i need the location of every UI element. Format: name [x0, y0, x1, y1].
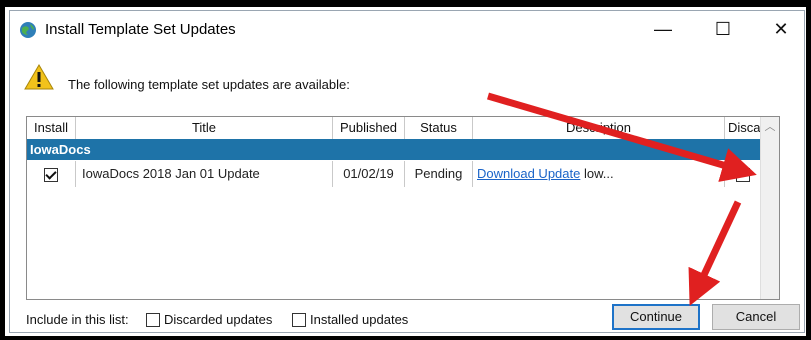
app-globe-icon	[20, 22, 36, 38]
dialog-window: Install Template Set Updates — ☐ ✕ The f…	[9, 10, 805, 333]
column-header-install[interactable]: Install	[27, 117, 76, 139]
column-header-title[interactable]: Title	[76, 117, 333, 139]
group-row[interactable]: IowaDocs	[27, 139, 779, 160]
discarded-updates-option[interactable]: Discarded updates	[146, 312, 272, 327]
minimize-button[interactable]: —	[640, 11, 686, 47]
status-cell: Pending	[405, 161, 473, 187]
title-cell: IowaDocs 2018 Jan 01 Update	[76, 161, 333, 187]
table-header: Install Title Published Status Descripti…	[27, 117, 779, 140]
installed-updates-option[interactable]: Installed updates	[292, 312, 408, 327]
footer-bar: Include in this list: Discarded updates …	[10, 302, 804, 334]
continue-button[interactable]: Continue	[612, 304, 700, 330]
install-checkbox[interactable]	[44, 167, 58, 182]
group-label: IowaDocs	[30, 142, 91, 157]
maximize-button[interactable]: ☐	[700, 11, 746, 47]
column-header-published[interactable]: Published	[333, 117, 405, 139]
install-cell	[27, 161, 76, 187]
updates-table: Install Title Published Status Descripti…	[26, 116, 780, 300]
table-row[interactable]: IowaDocs 2018 Jan 01 Update 01/02/19 Pen…	[27, 161, 779, 187]
discard-checkbox[interactable]	[736, 167, 750, 182]
close-button[interactable]: ✕	[758, 11, 804, 47]
published-cell: 01/02/19	[333, 161, 405, 187]
description-cell: Download Update low...	[473, 161, 725, 187]
include-label: Include in this list:	[26, 312, 129, 327]
discarded-updates-checkbox[interactable]	[146, 312, 160, 327]
column-header-description[interactable]: Description	[473, 117, 725, 139]
discard-cell	[725, 161, 761, 187]
info-banner: The following template set updates are a…	[10, 47, 804, 117]
column-header-status[interactable]: Status	[405, 117, 473, 139]
cancel-button[interactable]: Cancel	[712, 304, 800, 330]
installed-updates-label: Installed updates	[310, 312, 409, 327]
discarded-updates-label: Discarded updates	[164, 312, 273, 327]
window-title: Install Template Set Updates	[45, 21, 236, 38]
warning-icon	[24, 64, 54, 90]
download-update-link[interactable]: Download Update	[477, 166, 580, 181]
installed-updates-checkbox[interactable]	[292, 312, 306, 327]
description-text: low...	[580, 166, 614, 181]
scroll-up-icon[interactable]: ︿	[761, 119, 779, 135]
info-message: The following template set updates are a…	[68, 77, 350, 92]
vertical-scrollbar[interactable]: ︿	[760, 117, 779, 299]
title-bar: Install Template Set Updates — ☐ ✕	[10, 11, 804, 47]
